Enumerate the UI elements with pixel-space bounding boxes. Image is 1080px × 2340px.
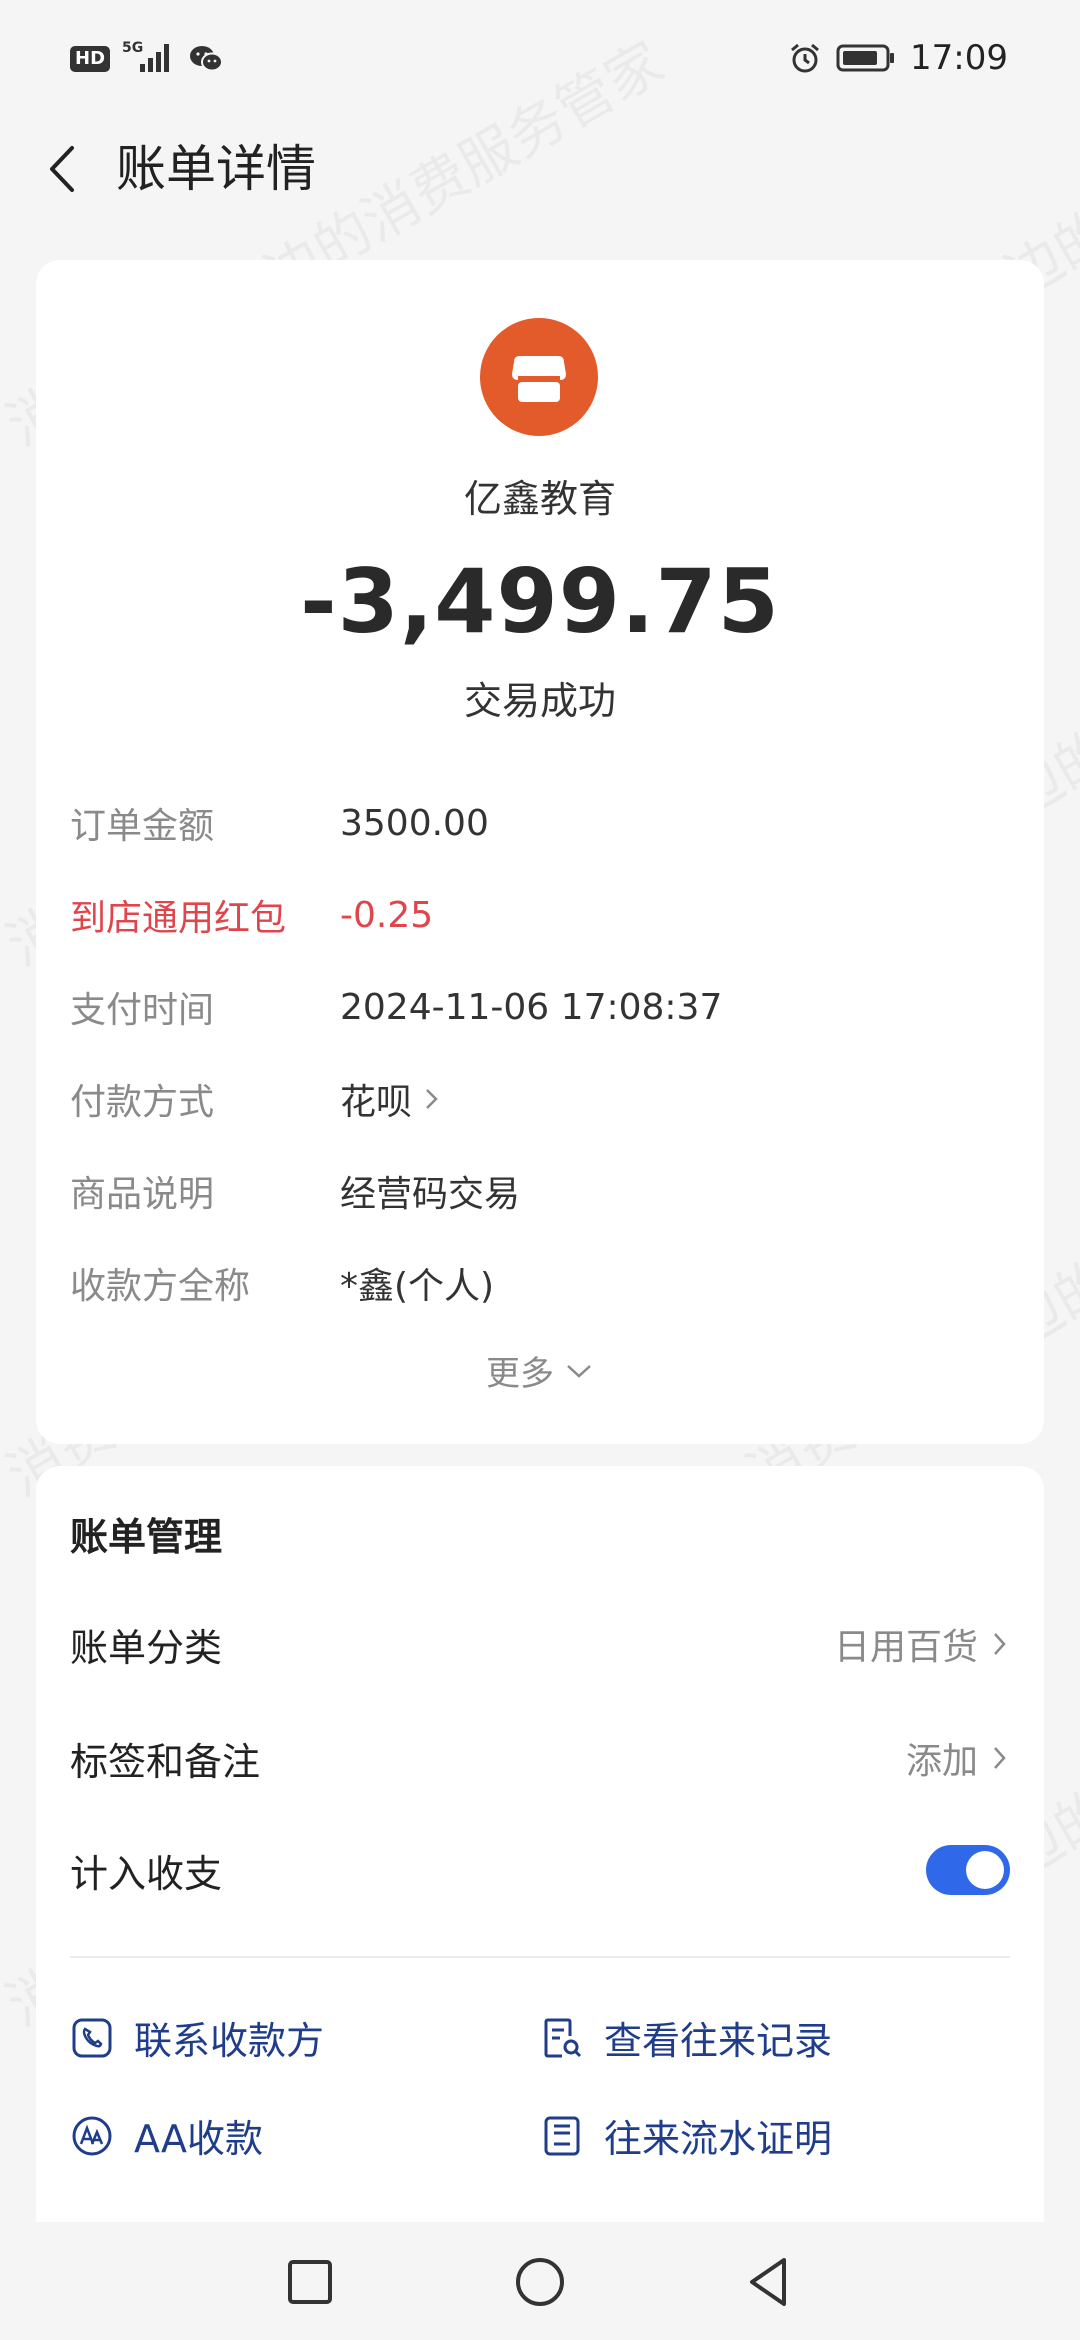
include-row: 计入收支 [70,1840,1010,1900]
merchant-logo [480,318,598,436]
aa-icon [72,2116,112,2155]
detail-value: -0.25 [340,894,434,936]
action-label: 联系收款方 [134,2019,325,2063]
detail-label: 收款方全称 [70,1266,251,1307]
chevron-right-icon [994,1633,1006,1655]
amount: -3,499.75 [300,550,780,653]
category-row[interactable]: 账单分类 日用百货 [70,1614,1010,1674]
transaction-card: 亿鑫教育 -3,499.75 交易成功 订单金额 3500.00 到店通用红包 … [36,260,1044,1444]
clock: 17:09 [910,38,1008,78]
home-icon[interactable] [510,2252,570,2312]
detail-row-pay-method[interactable]: 付款方式 花呗 [70,1074,442,1124]
divider [70,1956,1010,1958]
detail-row-red-packet: 到店通用红包 -0.25 [70,890,433,940]
category-value: 日用百货 [833,1627,978,1668]
detail-row-pay-time: 支付时间 2024-11-06 17:08:37 [70,982,722,1032]
status-left: HD 5G [70,40,224,76]
status-right: 17:09 [788,38,1008,78]
detail-label: 支付时间 [70,990,215,1031]
detail-value: *鑫(个人) [340,1266,495,1307]
alarm-icon [791,43,819,73]
hd-badge: HD [70,46,111,72]
recents-icon[interactable] [280,2252,340,2312]
store-icon [512,356,566,402]
include-toggle[interactable] [926,1845,1010,1895]
detail-label: 商品说明 [70,1174,215,1215]
more-label: 更多 [486,1354,554,1394]
view-records-button[interactable]: 查看往来记录 [540,2010,832,2065]
header: 账单详情 [0,120,1080,220]
action-label: 查看往来记录 [604,2019,833,2063]
back-icon[interactable] [36,138,98,200]
section-title: 账单管理 [70,1515,223,1559]
merchant-name: 亿鑫教育 [463,477,616,521]
signal-icon: 5G [122,40,176,76]
tags-label: 标签和备注 [70,1739,261,1784]
contact-payee-button[interactable]: 联系收款方 [70,2010,324,2065]
detail-value: 3500.00 [340,802,489,844]
aa-collect-button[interactable]: AA收款 [70,2108,263,2163]
flow-certificate-button[interactable]: 往来流水证明 [540,2108,832,2163]
detail-row-payee: 收款方全称 *鑫(个人) [70,1258,494,1308]
phone-icon [72,2018,112,2057]
detail-row-product-desc: 商品说明 经营码交易 [70,1166,520,1216]
back-nav-icon[interactable] [740,2252,800,2312]
bill-management-card: 账单管理 账单分类 日用百货 标签和备注 添加 计入收支 联系收款方 查看往来记… [36,1466,1044,2340]
detail-row-order-amount: 订单金额 3500.00 [70,798,489,848]
detail-value: 花呗 [340,1082,413,1123]
action-label: 往来流水证明 [604,2117,833,2161]
wechat-icon [190,46,224,72]
battery-icon [836,44,895,72]
navigation-bar [0,2222,1080,2340]
certificate-icon [544,2116,580,2155]
chevron-down-icon [567,1364,591,1378]
detail-value: 2024-11-06 17:08:37 [340,986,723,1028]
category-label: 账单分类 [70,1625,223,1670]
category-value-wrap[interactable]: 日用百货 [834,1618,1010,1670]
tags-value-wrap[interactable]: 添加 [906,1732,1010,1784]
transaction-status: 交易成功 [463,679,616,723]
more-button[interactable]: 更多 [36,1346,1044,1395]
detail-value-wrap[interactable]: 花呗 [340,1073,442,1125]
action-label: AA收款 [134,2117,264,2161]
chevron-right-icon [994,1747,1006,1769]
tags-row[interactable]: 标签和备注 添加 [70,1728,1010,1788]
detail-label: 订单金额 [70,806,215,847]
chevron-right-icon [426,1089,438,1109]
detail-label: 到店通用红包 [70,898,287,939]
page-title: 账单详情 [116,140,316,198]
tags-value: 添加 [905,1741,978,1782]
detail-label: 付款方式 [70,1082,215,1123]
status-bar: HD 5G 17:09 [0,0,1080,120]
detail-value: 经营码交易 [340,1174,521,1215]
search-doc-icon [544,2018,582,2057]
include-label: 计入收支 [70,1851,223,1896]
